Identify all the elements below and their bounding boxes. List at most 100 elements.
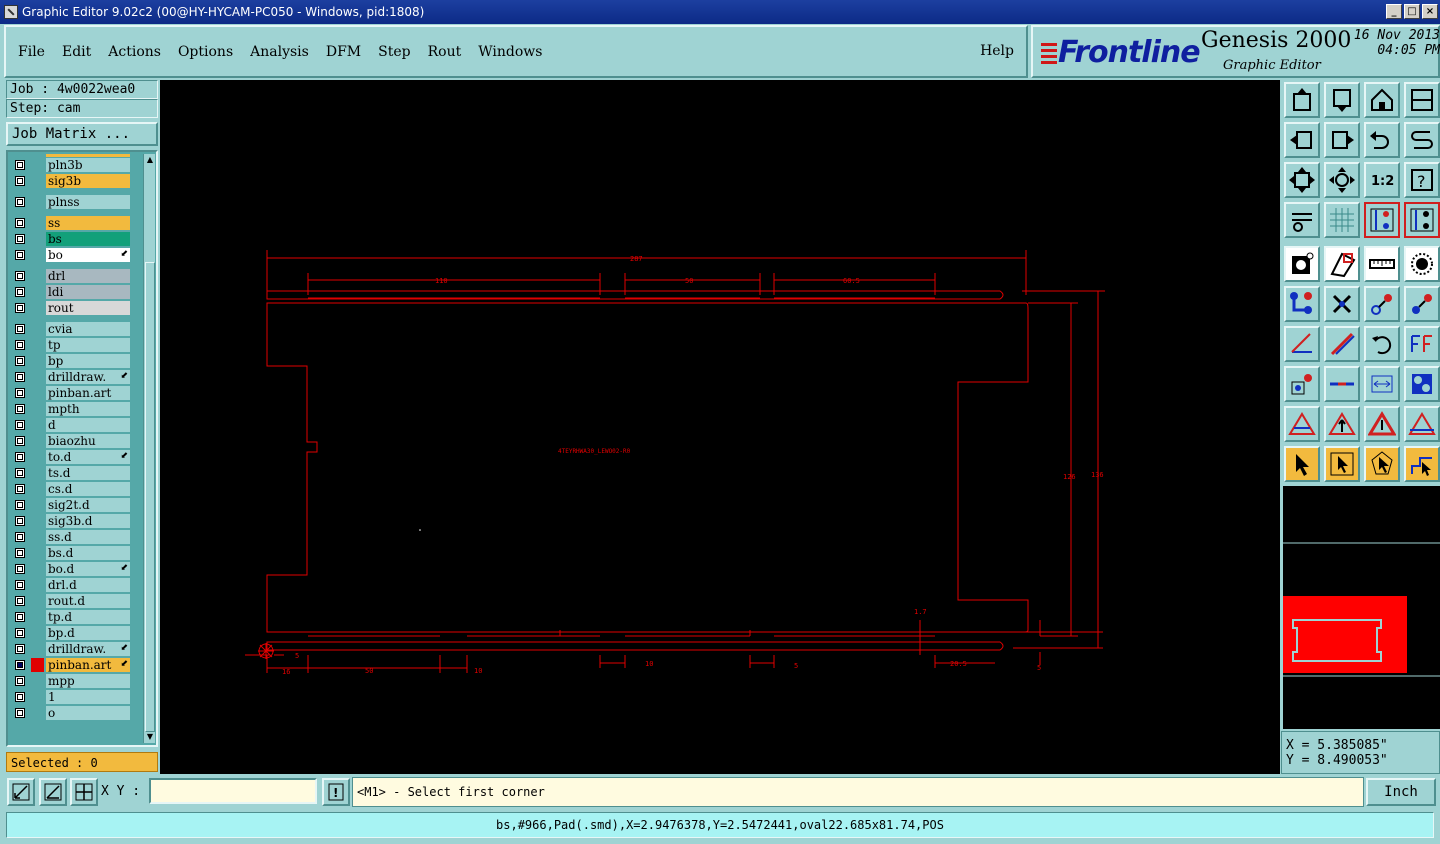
select-pointer-icon[interactable] (1284, 446, 1320, 482)
layer-name[interactable]: mpth (46, 402, 130, 416)
layer-checkbox[interactable] (15, 340, 25, 350)
menu-rout[interactable]: Rout (428, 44, 462, 60)
layer-checkbox[interactable] (15, 660, 25, 670)
layer-row[interactable]: ss (10, 215, 134, 231)
select-polygon-icon[interactable] (1364, 446, 1400, 482)
layer-name[interactable]: bo (46, 248, 130, 262)
layer-checkbox[interactable] (15, 644, 25, 654)
layer-name[interactable]: cvia (46, 322, 130, 336)
layer-row[interactable]: drilldraw. ⬋ (10, 641, 134, 657)
unit-toggle-button[interactable]: Inch (1366, 778, 1436, 806)
layer-row[interactable]: tp.d (10, 609, 134, 625)
layer-row[interactable]: 1 (10, 689, 134, 705)
layer-name[interactable]: ts.d (46, 466, 130, 480)
menu-dfm[interactable]: DFM (326, 44, 361, 60)
connect-nodes-icon[interactable] (1284, 286, 1320, 322)
line-angle-icon[interactable] (1284, 326, 1320, 362)
snap-toggle-2-icon[interactable] (1404, 202, 1440, 238)
layer-row[interactable]: rout.d (10, 593, 134, 609)
layer-checkbox[interactable] (15, 160, 25, 170)
layer-name[interactable]: rout.d (46, 594, 130, 608)
pan-left-icon[interactable] (1284, 122, 1320, 158)
layer-name[interactable]: bp.d (46, 626, 130, 640)
select-net-icon[interactable] (1404, 446, 1440, 482)
layer-name[interactable]: sig2t.d (46, 498, 130, 512)
zoom-center-icon[interactable] (1324, 162, 1360, 198)
layer-checkbox[interactable] (15, 612, 25, 622)
layer-name[interactable]: sig3b.d (46, 514, 130, 528)
layer-row[interactable]: mpth (10, 401, 134, 417)
layer-name[interactable]: rout (46, 301, 130, 315)
layer-name[interactable]: bs (46, 232, 130, 246)
layer-checkbox[interactable] (15, 388, 25, 398)
layer-row[interactable]: sig3b.d (10, 513, 134, 529)
layer-name[interactable]: cs.d (46, 482, 130, 496)
alert-icon[interactable]: ! (322, 778, 350, 806)
layer-row[interactable]: sig2t.d (10, 497, 134, 513)
layer-checkbox[interactable] (15, 452, 25, 462)
mirror-icon[interactable] (1404, 326, 1440, 362)
menu-help[interactable]: Help (980, 43, 1014, 59)
close-button[interactable]: × (1422, 4, 1438, 19)
triangle-up-icon[interactable] (1324, 406, 1360, 442)
layer-checkbox[interactable] (15, 176, 25, 186)
layer-name[interactable]: 1 (46, 690, 130, 704)
triangle-base-icon[interactable] (1404, 406, 1440, 442)
layer-name[interactable]: ldi (46, 285, 130, 299)
measure-ruler-icon[interactable] (1364, 246, 1400, 282)
layer-checkbox[interactable] (15, 708, 25, 718)
window-icon[interactable] (1404, 82, 1440, 118)
layer-color-swatch[interactable] (31, 658, 44, 672)
layer-name[interactable]: ss.d (46, 530, 130, 544)
layer-row[interactable]: plnss (10, 194, 134, 210)
snap-toggle-icon[interactable] (1364, 202, 1400, 238)
help-icon[interactable]: ? (1404, 162, 1440, 198)
layer-row[interactable]: o (10, 705, 134, 721)
layer-row[interactable]: bs.d (10, 545, 134, 561)
copy-node-icon[interactable] (1404, 286, 1440, 322)
triangle-select-icon[interactable] (1284, 406, 1320, 442)
layer-checkbox[interactable] (15, 250, 25, 260)
layer-row[interactable]: to.d ⬋ (10, 449, 134, 465)
layer-checkbox[interactable] (15, 234, 25, 244)
layer-scrollbar[interactable]: ▲ ▼ (143, 154, 155, 743)
line-draw-icon[interactable] (1324, 326, 1360, 362)
layer-checkbox[interactable] (15, 468, 25, 478)
layer-checkbox[interactable] (15, 287, 25, 297)
layer-checkbox[interactable] (15, 564, 25, 574)
fit-window-icon[interactable] (1284, 162, 1320, 198)
layer-name[interactable]: tp.d (46, 610, 130, 624)
menu-windows[interactable]: Windows (478, 44, 542, 60)
layer-name[interactable]: drilldraw. (46, 642, 130, 656)
layer-row[interactable]: ss.d (10, 529, 134, 545)
layer-name[interactable]: drl (46, 269, 130, 283)
dotted-circle-icon[interactable] (1404, 246, 1440, 282)
layer-checkbox[interactable] (15, 356, 25, 366)
arc-icon[interactable] (1364, 326, 1400, 362)
layer-checkbox[interactable] (15, 324, 25, 334)
layer-checkbox[interactable] (15, 692, 25, 702)
layer-name[interactable]: drilldraw. (46, 370, 130, 384)
layer-row[interactable]: drilldraw. ⬋ (10, 369, 134, 385)
layer-checkbox[interactable] (15, 420, 25, 430)
shapes-icon[interactable] (1404, 366, 1440, 402)
pan-right-icon[interactable] (1324, 122, 1360, 158)
layer-checkbox[interactable] (15, 197, 25, 207)
layer-row[interactable]: sig3b (10, 173, 134, 189)
snap-diagonal-icon[interactable] (7, 778, 35, 806)
menu-options[interactable]: Options (178, 44, 233, 60)
layer-name[interactable]: sig3b (46, 174, 130, 188)
scroll-up-icon[interactable]: ▲ (145, 155, 155, 165)
layer-checkbox[interactable] (15, 580, 25, 590)
grid-icon[interactable] (1324, 202, 1360, 238)
line-split-icon[interactable] (1324, 366, 1360, 402)
layer-row[interactable]: bo ⬋ (10, 247, 134, 263)
pad-tool-icon[interactable] (1284, 246, 1320, 282)
layer-name[interactable]: bp (46, 354, 130, 368)
layer-row[interactable]: biaozhu (10, 433, 134, 449)
zoom-page-icon[interactable] (1324, 82, 1360, 118)
undo-view-icon[interactable] (1364, 122, 1400, 158)
layer-checkbox[interactable] (15, 548, 25, 558)
pad-add-icon[interactable] (1284, 366, 1320, 402)
layer-name[interactable]: tp (46, 338, 130, 352)
